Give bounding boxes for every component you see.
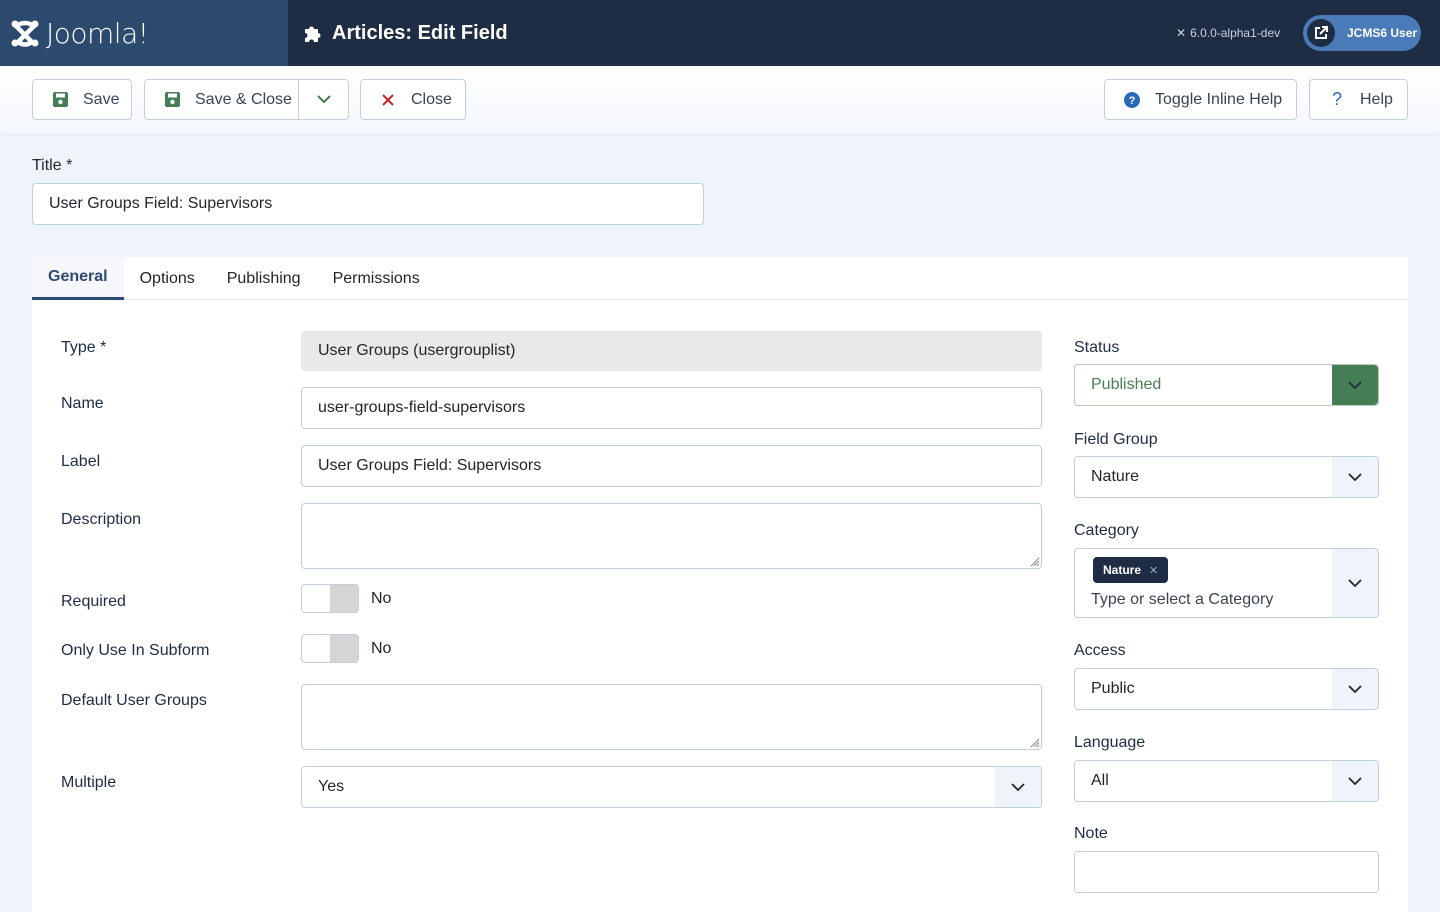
multiple-label: Multiple <box>61 774 117 791</box>
header: Joomla! Articles: Edit Field ✕ 6.0.0-alp… <box>0 0 1440 66</box>
question-icon: ? <box>1331 89 1342 109</box>
edit-panel: General Options Publishing Permissions T… <box>32 257 1408 912</box>
close-label: Close <box>411 90 452 108</box>
tab-publishing[interactable]: Publishing <box>211 257 317 300</box>
resize-handle-icon[interactable] <box>1028 555 1040 567</box>
tab-options[interactable]: Options <box>124 257 211 300</box>
remove-chip-icon[interactable]: ✕ <box>1149 564 1158 577</box>
joomla-small-icon: ✕ <box>1176 26 1187 40</box>
note-label: Note <box>1074 825 1108 842</box>
category-select[interactable]: Nature ✕ Type or select a Category <box>1074 548 1379 618</box>
label-input[interactable]: User Groups Field: Supervisors <box>301 445 1042 487</box>
title-input[interactable]: User Groups Field: Supervisors <box>32 183 704 225</box>
multiple-value: Yes <box>318 778 345 795</box>
access-label: Access <box>1074 642 1126 659</box>
chevron-down-icon <box>316 95 331 104</box>
chevron-down-icon <box>995 767 1041 807</box>
name-input[interactable]: user-groups-field-supervisors <box>301 387 1042 429</box>
toolbar: Save Save & Close Close ? Toggle Inline … <box>0 66 1440 133</box>
puzzle-icon <box>305 26 321 42</box>
resize-handle-icon[interactable] <box>1028 736 1040 748</box>
version-text: 6.0.0-alpha1-dev <box>1190 26 1281 40</box>
subform-label: Only Use In Subform <box>61 642 210 659</box>
toggle-knob <box>330 635 358 662</box>
brand-name: Joomla! <box>46 16 149 50</box>
label-label: Label <box>61 453 101 470</box>
chevron-down-icon <box>1332 761 1378 801</box>
multiple-select[interactable]: Yes <box>301 766 1042 808</box>
status-select[interactable]: Published <box>1074 364 1379 406</box>
chevron-down-icon <box>1332 669 1378 709</box>
required-value: No <box>371 590 392 607</box>
category-label: Category <box>1074 522 1139 539</box>
field-group-label: Field Group <box>1074 431 1158 448</box>
save-label: Save <box>83 90 120 108</box>
category-chip-label: Nature <box>1103 563 1142 577</box>
save-close-button[interactable]: Save & Close <box>144 79 299 120</box>
status-label: Status <box>1074 339 1120 356</box>
language-value: All <box>1091 772 1109 789</box>
save-icon <box>51 92 69 107</box>
close-icon <box>379 93 397 106</box>
language-select[interactable]: All <box>1074 760 1379 802</box>
field-group-value: Nature <box>1091 468 1140 485</box>
tab-bar: General Options Publishing Permissions <box>32 257 1408 300</box>
tab-general[interactable]: General <box>32 257 124 300</box>
help-label: Help <box>1360 90 1393 108</box>
close-button[interactable]: Close <box>360 79 466 120</box>
question-circle-icon: ? <box>1123 91 1141 108</box>
version-info: ✕ 6.0.0-alpha1-dev <box>1176 0 1280 66</box>
subform-value: No <box>371 640 392 657</box>
toggle-inline-help-button[interactable]: ? Toggle Inline Help <box>1104 79 1297 120</box>
brand-logo[interactable]: Joomla! <box>0 0 288 66</box>
save-dropdown-toggle[interactable] <box>298 79 349 120</box>
svg-text:?: ? <box>1129 95 1136 107</box>
chevron-down-icon <box>1332 365 1378 405</box>
user-menu-button[interactable]: JCMS6 User <box>1303 15 1421 51</box>
joomla-logo-icon <box>11 20 39 47</box>
page-title: Articles: Edit Field <box>302 0 508 66</box>
toggle-knob <box>330 585 358 612</box>
save-icon <box>163 92 181 107</box>
toggle-inline-help-label: Toggle Inline Help <box>1155 90 1283 108</box>
description-label: Description <box>61 511 142 528</box>
chevron-down-icon <box>1332 549 1378 617</box>
tab-permissions[interactable]: Permissions <box>317 257 436 300</box>
status-value: Published <box>1091 376 1162 393</box>
subform-toggle[interactable] <box>301 634 359 663</box>
required-label: Required <box>61 593 126 610</box>
type-field: User Groups (usergrouplist) <box>301 331 1042 371</box>
page-title-text: Articles: Edit Field <box>332 21 508 44</box>
user-label: JCMS6 User <box>1347 26 1418 40</box>
category-placeholder[interactable]: Type or select a Category <box>1091 591 1273 609</box>
note-input[interactable] <box>1074 851 1379 893</box>
access-select[interactable]: Public <box>1074 668 1379 710</box>
default-groups-label: Default User Groups <box>61 692 207 709</box>
type-label: Type * <box>61 339 107 356</box>
category-chip: Nature ✕ <box>1093 557 1169 583</box>
title-label: Title * <box>32 157 73 174</box>
description-textarea[interactable] <box>301 503 1042 569</box>
default-groups-textarea[interactable] <box>301 684 1042 750</box>
name-label: Name <box>61 395 104 412</box>
chevron-down-icon <box>1332 457 1378 497</box>
language-label: Language <box>1074 734 1146 751</box>
field-group-select[interactable]: Nature <box>1074 456 1379 498</box>
save-close-label: Save & Close <box>195 90 292 108</box>
required-toggle[interactable] <box>301 584 359 613</box>
save-button[interactable]: Save <box>32 79 132 120</box>
access-value: Public <box>1091 680 1135 697</box>
external-link-icon <box>1307 19 1335 47</box>
help-button[interactable]: ? Help <box>1309 79 1408 120</box>
